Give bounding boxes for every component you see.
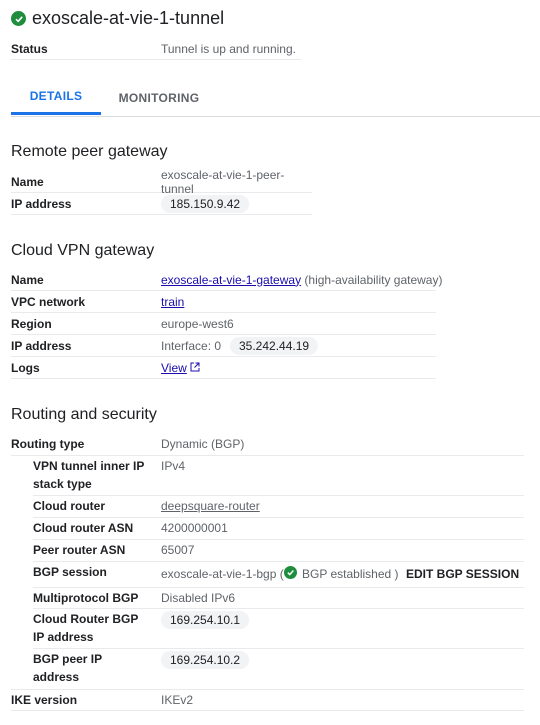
divider: [33, 587, 524, 588]
divider: [11, 455, 524, 456]
divider: [11, 689, 524, 690]
divider: [33, 495, 524, 496]
remote-peer-heading: Remote peer gateway: [11, 143, 168, 160]
gw-ip-row: IP address Interface: 0 35.242.44.19: [11, 335, 436, 357]
divider: [33, 539, 524, 540]
remote-ip-label: IP address: [11, 196, 72, 211]
routing-type-value: Dynamic (BGP): [161, 437, 245, 451]
divider: [33, 517, 524, 518]
external-link-icon[interactable]: [190, 361, 200, 375]
cr-bgp-ip-label: Cloud Router BGP IP address: [33, 612, 139, 644]
routing-type-label: Routing type: [11, 437, 85, 451]
edit-bgp-session-button[interactable]: EDIT BGP SESSION: [406, 565, 519, 583]
remote-ip-row: IP address 185.150.9.42: [11, 193, 312, 215]
bgp-session-name: exoscale-at-vie-1-bgp (: [161, 567, 284, 581]
page-title: exoscale-at-vie-1-tunnel: [32, 8, 225, 28]
ike-label: IKE version: [11, 693, 78, 707]
router-asn-label: Cloud router ASN: [33, 521, 134, 535]
region-row: Region europe-west6: [11, 313, 436, 335]
bgp-session-label: BGP session: [33, 565, 107, 579]
router-asn-value: 4200000001: [161, 521, 228, 535]
vpc-label: VPC network: [11, 294, 86, 309]
status-row: Status Tunnel is up and running.: [11, 38, 301, 60]
peer-asn-value: 65007: [161, 543, 195, 557]
vpc-row: VPC network train: [11, 291, 436, 313]
vpc-link[interactable]: train: [161, 295, 184, 309]
divider: [33, 561, 524, 562]
cr-bgp-ip-chip: 169.254.10.1: [161, 611, 250, 629]
divider: [11, 710, 524, 711]
routing-heading: Routing and security: [11, 406, 157, 423]
region-label: Region: [11, 316, 52, 331]
gateway-link[interactable]: exoscale-at-vie-1-gateway: [161, 273, 301, 287]
tunnel-header: exoscale-at-vie-1-tunnel: [11, 8, 224, 29]
cloud-router-link[interactable]: deepsquare-router: [161, 497, 260, 515]
logs-view-link[interactable]: View: [161, 361, 187, 375]
gw-name-label: Name: [11, 272, 44, 287]
status-label: Status: [11, 41, 48, 56]
remote-name-value: exoscale-at-vie-1-peer-tunnel: [161, 167, 285, 196]
ike-value: IKEv2: [161, 693, 194, 707]
region-value: europe-west6: [161, 316, 234, 331]
gw-name-row: Name exoscale-at-vie-1-gateway (high-ava…: [11, 269, 442, 291]
gw-ip-chip: 35.242.44.19: [230, 336, 319, 355]
peer-asn-label: Peer router ASN: [33, 543, 126, 557]
divider: [33, 608, 524, 609]
gw-ip-label: IP address: [11, 338, 72, 353]
vpn-gateway-heading: Cloud VPN gateway: [11, 242, 155, 259]
tab-details[interactable]: DETAILS: [11, 80, 101, 115]
gw-ip-interface: Interface: 0: [161, 338, 222, 353]
inner-ip-label: VPN tunnel inner IP stack type: [33, 459, 145, 491]
gateway-type: (high-availability gateway): [304, 272, 443, 287]
check-circle-icon: [284, 566, 297, 579]
logs-label: Logs: [11, 360, 40, 375]
remote-name-row: Name exoscale-at-vie-1-peer-tunnel: [11, 167, 312, 196]
status-value: Tunnel is up and running.: [161, 41, 296, 56]
divider: [33, 648, 524, 649]
peer-ip-chip: 169.254.10.2: [161, 651, 250, 669]
check-circle-icon: [11, 11, 26, 26]
inner-ip-value: IPv4: [161, 459, 186, 473]
tab-bar: DETAILS MONITORING: [11, 80, 540, 117]
peer-ip-label: BGP peer IP address: [33, 652, 102, 684]
bgp-status: BGP established ): [302, 567, 399, 581]
mp-bgp-value: Disabled IPv6: [161, 591, 236, 605]
logs-row: Logs View: [11, 357, 436, 379]
remote-ip-chip: 185.150.9.42: [161, 194, 250, 213]
tab-monitoring[interactable]: MONITORING: [111, 80, 207, 115]
remote-name-label: Name: [11, 174, 44, 189]
cloud-router-label: Cloud router: [33, 499, 105, 513]
mp-bgp-label: Multiprotocol BGP: [33, 591, 139, 605]
